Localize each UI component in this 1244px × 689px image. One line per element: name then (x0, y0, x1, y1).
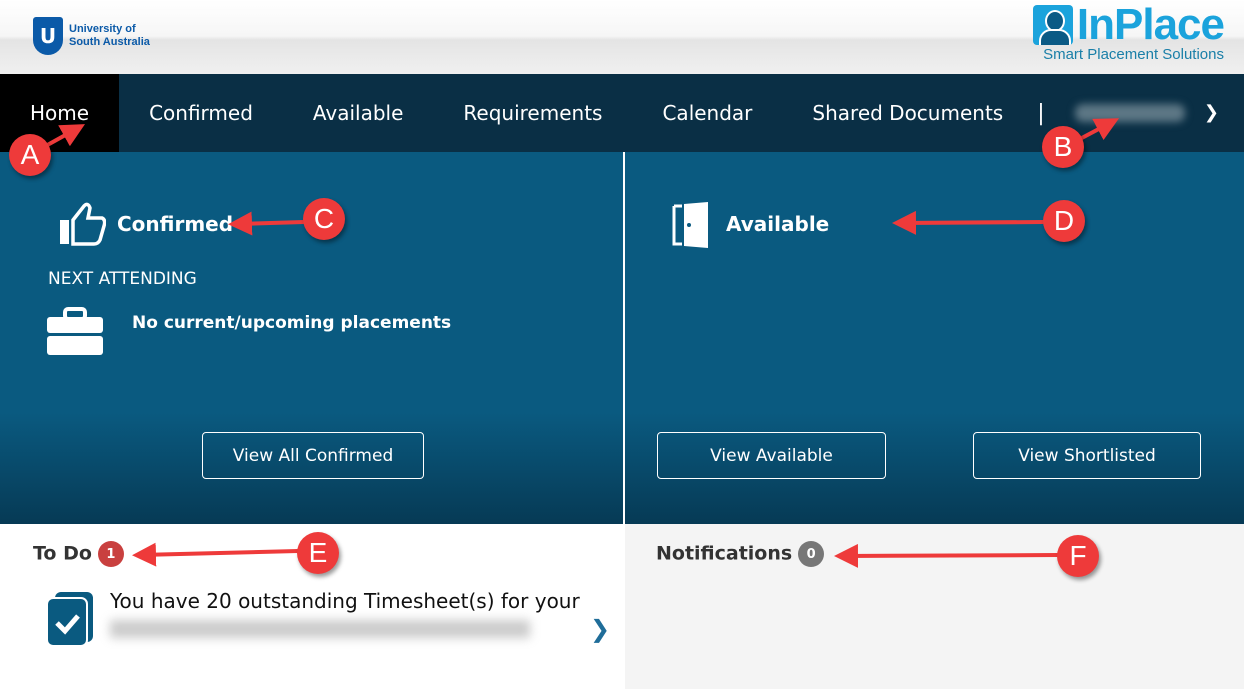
annotation-b: B (1042, 126, 1084, 168)
nav-confirmed[interactable]: Confirmed (119, 74, 283, 152)
notifications-heading: Notifications 0 (656, 541, 825, 567)
view-available-button[interactable]: View Available (657, 432, 886, 479)
logo-line: University of (69, 23, 136, 35)
available-title: Available (726, 212, 830, 236)
thumbs-up-icon (60, 202, 106, 246)
annotation-c: C (303, 198, 345, 240)
todo-item-text[interactable]: You have 20 outstanding Timesheet(s) for… (110, 589, 580, 613)
annotation-d: D (1043, 200, 1085, 242)
todo-item-placement-blurred (110, 620, 530, 638)
nav-shared-documents[interactable]: Shared Documents (782, 74, 1033, 152)
nav-calendar[interactable]: Calendar (632, 74, 782, 152)
notifications-count-badge: 0 (798, 541, 825, 567)
annotation-a: A (9, 134, 51, 176)
person-icon (1032, 5, 1073, 45)
todo-title: To Do (33, 542, 92, 565)
nav-requirements[interactable]: Requirements (433, 74, 632, 152)
annotation-f: F (1057, 535, 1099, 577)
nav-available[interactable]: Available (283, 74, 434, 152)
chevron-down-icon[interactable]: ❯ (1204, 102, 1219, 123)
user-name-blurred[interactable] (1074, 104, 1185, 122)
header: U University of South Australia InPlace S… (0, 0, 1244, 74)
nav-separator: | (1037, 100, 1045, 126)
door-open-icon (672, 202, 708, 248)
no-placements-text: No current/upcoming placements (132, 313, 452, 333)
annotation-e: E (297, 532, 339, 574)
chevron-right-icon[interactable]: ❯ (590, 615, 610, 643)
available-panel: Available View Available View Shortliste… (625, 152, 1244, 524)
notifications-title: Notifications (656, 542, 793, 565)
next-attending-label: NEXT ATTENDING (48, 269, 197, 289)
view-shortlisted-button[interactable]: View Shortlisted (973, 432, 1201, 479)
briefcase-icon (47, 307, 103, 355)
brand-tagline: Smart Placement Solutions (1043, 46, 1224, 63)
confirmed-title: Confirmed (117, 212, 234, 236)
checklist-icon (47, 592, 93, 646)
view-all-confirmed-button[interactable]: View All Confirmed (202, 432, 424, 479)
university-logo[interactable]: U University of South Australia (33, 17, 150, 55)
todo-count-badge: 1 (97, 541, 124, 567)
unisa-shield-icon: U (33, 17, 63, 55)
todo-heading: To Do 1 (33, 541, 124, 567)
inplace-logo: InPlace Smart Placement Solutions (1032, 0, 1225, 63)
logo-line: South Australia (69, 36, 150, 48)
brand-name: InPlace (1076, 0, 1225, 49)
